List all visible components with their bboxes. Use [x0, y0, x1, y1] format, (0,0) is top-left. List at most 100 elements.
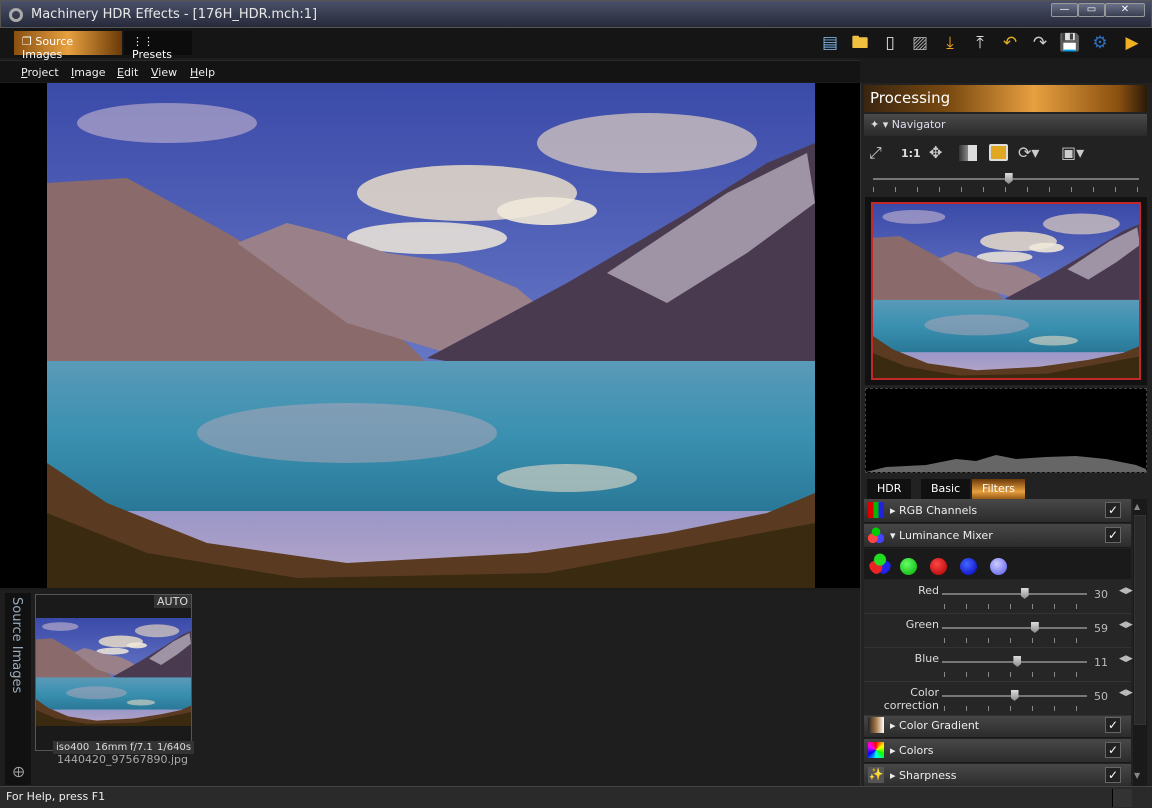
light-blue-preset-icon[interactable]	[990, 558, 1007, 575]
stepper-arrows-icon[interactable]: ◀▶	[1119, 688, 1133, 698]
center-icon[interactable]: ✥	[929, 143, 942, 162]
pattern-icon[interactable]: ▨	[909, 33, 931, 53]
histogram	[865, 388, 1147, 473]
menu-edit[interactable]: Edit	[117, 66, 138, 79]
menu-view[interactable]: View	[151, 66, 177, 79]
tab-hdr[interactable]: HDR	[867, 479, 912, 500]
more-arrow-icon[interactable]: ▶	[1121, 33, 1143, 53]
navigator-preview[interactable]	[865, 197, 1147, 385]
rgb-channels-checkbox[interactable]: ✓	[1105, 502, 1121, 518]
slider-thumb[interactable]	[1030, 622, 1039, 633]
filter-label: ▾ Luminance Mixer	[890, 529, 993, 542]
filter-color-gradient[interactable]: ▸ Color Gradient ✓	[864, 714, 1131, 738]
color-gradient-checkbox[interactable]: ✓	[1105, 717, 1121, 733]
zoom-1-1-button[interactable]: 1:1	[901, 147, 921, 160]
menu-image[interactable]: Image	[71, 66, 105, 79]
window-title: Machinery HDR Effects - [176H_HDR.mch:1]	[31, 7, 318, 22]
status-text: For Help, press F1	[6, 790, 106, 803]
scroll-down-icon[interactable]: ▼	[1134, 771, 1140, 780]
status-bar: For Help, press F1	[0, 786, 1152, 808]
navigator-icon: ✦ ▾	[870, 118, 892, 131]
menu-bar: Project Image Edit View Help	[0, 60, 860, 82]
filter-luminance-mixer[interactable]: ▾ Luminance Mixer ✓	[864, 524, 1131, 548]
color-gradient-icon	[868, 717, 884, 733]
slider-ticks	[944, 604, 1087, 609]
status-panel	[1112, 789, 1132, 807]
source-images-sidebar[interactable]: Source Images ⨁	[5, 593, 31, 785]
green-preset-icon[interactable]	[900, 558, 917, 575]
colors-checkbox[interactable]: ✓	[1105, 742, 1121, 758]
redo-icon[interactable]: ↷	[1029, 33, 1051, 53]
panel-title: Processing	[864, 85, 1147, 112]
zoom-slider-thumb[interactable]	[1004, 173, 1013, 184]
filter-sharpness[interactable]: ✨ ▸ Sharpness ✓	[864, 764, 1131, 788]
slider-ticks	[944, 638, 1087, 643]
navigator-header[interactable]: ✦ ▾ Navigator	[864, 114, 1147, 136]
source-image-thumbnail[interactable]: AUTO iso400 16mm f/7.1 1/640s	[35, 594, 195, 754]
filter-rgb-channels[interactable]: ▸ RGB Channels ✓	[864, 499, 1131, 523]
red-preset-icon[interactable]	[930, 558, 947, 575]
compare-icon[interactable]	[959, 145, 977, 161]
presets-icon: ⋮⋮	[132, 35, 154, 48]
slider-track[interactable]	[942, 593, 1087, 595]
pin-icon[interactable]: ⨁	[13, 765, 24, 778]
image-icon[interactable]: ▤	[819, 33, 841, 53]
filter-label: ▸ RGB Channels	[890, 504, 978, 517]
filmstrip: Source Images ⨁ AUTO iso400 16mm f/7.1 1…	[0, 590, 860, 786]
undo-icon[interactable]: ↶	[999, 33, 1021, 53]
new-document-icon[interactable]: ▯	[879, 33, 901, 53]
folder-open-icon[interactable]: 🖿	[849, 33, 871, 53]
fit-screen-icon[interactable]: ⤢	[869, 143, 882, 163]
filter-name: Colors	[899, 744, 934, 757]
filter-name: Luminance Mixer	[899, 529, 993, 542]
menu-project[interactable]: Project	[21, 66, 59, 79]
zoom-slider-ticks	[873, 187, 1139, 192]
stepper-arrows-icon[interactable]: ◀▶	[1119, 620, 1133, 630]
stepper-arrows-icon[interactable]: ◀▶	[1119, 654, 1133, 664]
export-icon[interactable]: ⤒	[969, 33, 991, 53]
minimize-button[interactable]: —	[1051, 3, 1078, 17]
blue-preset-icon[interactable]	[960, 558, 977, 575]
processing-panel: Processing ✦ ▾ Navigator ⤢ 1:1 ✥ ⟳▾ ▣▾ H…	[860, 83, 1152, 788]
stepper-arrows-icon[interactable]: ◀▶	[1119, 586, 1133, 596]
rgb-channels-icon	[868, 502, 884, 518]
import-icon[interactable]: ⤓	[939, 33, 961, 53]
tab-source-images[interactable]: ❐ Source Images	[14, 31, 122, 61]
settings-gear-icon[interactable]: ⚙	[1089, 33, 1111, 53]
rotate-icon[interactable]: ⟳▾	[1018, 143, 1039, 162]
background-color-icon[interactable]	[989, 144, 1008, 161]
luminance-mixer-icon	[868, 527, 884, 543]
tab-presets[interactable]: ⋮⋮ Presets	[124, 31, 192, 61]
slider-thumb[interactable]	[1020, 588, 1029, 599]
scroll-up-icon[interactable]: ▲	[1134, 502, 1140, 511]
thumbnail-image	[36, 618, 191, 726]
slider-track[interactable]	[942, 627, 1087, 629]
image-viewer[interactable]	[0, 83, 860, 588]
crop-icon[interactable]: ▣▾	[1061, 143, 1084, 162]
slider-row: Color correction 50 ◀▶	[864, 682, 1133, 716]
slider-thumb[interactable]	[1010, 690, 1019, 701]
tab-filters[interactable]: Filters	[972, 479, 1025, 500]
filters-scrollbar[interactable]: ▲ ▼	[1133, 499, 1147, 786]
maximize-button[interactable]: ▭	[1078, 3, 1105, 17]
histogram-curve	[866, 455, 1146, 472]
luminance-mixer-checkbox[interactable]: ✓	[1105, 527, 1121, 543]
title-bar: Machinery HDR Effects - [176H_HDR.mch:1]…	[0, 0, 1152, 28]
save-icon[interactable]: 💾	[1059, 33, 1081, 53]
slider-thumb[interactable]	[1013, 656, 1022, 667]
sharpness-checkbox[interactable]: ✓	[1105, 767, 1121, 783]
filter-label: ▸ Color Gradient	[890, 719, 980, 732]
toolbar: ❐ Source Images ⋮⋮ Presets ▤ 🖿 ▯ ▨ ⤓ ⤒ ↶…	[0, 28, 1152, 61]
close-button[interactable]: ✕	[1105, 3, 1145, 17]
filter-name: RGB Channels	[899, 504, 978, 517]
filter-colors[interactable]: ▸ Colors ✓	[864, 739, 1131, 763]
slider-row: Blue 11 ◀▶	[864, 648, 1133, 682]
scrollbar-thumb[interactable]	[1134, 515, 1146, 725]
navigator-view-frame[interactable]	[871, 202, 1141, 380]
source-images-side-label: Source Images	[9, 597, 24, 694]
tab-basic[interactable]: Basic	[921, 479, 971, 500]
menu-help[interactable]: Help	[190, 66, 215, 79]
all-channels-preset-icon[interactable]	[869, 553, 891, 575]
slider-value: 59	[1094, 622, 1108, 635]
filter-name: Sharpness	[899, 769, 957, 782]
